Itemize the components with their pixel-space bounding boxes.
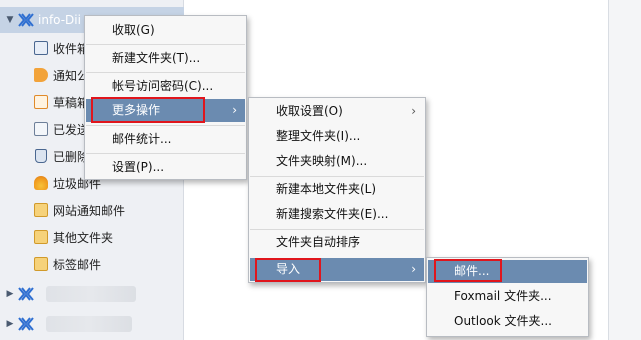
trash-icon <box>35 149 47 163</box>
menu-item-import[interactable]: 导入 › <box>250 258 424 281</box>
menu-separator <box>86 153 245 154</box>
menu-item-auto-sort[interactable]: 文件夹自动排序 <box>250 231 424 254</box>
folder-label: 其他文件夹 <box>53 230 114 245</box>
submenu-arrow-icon: › <box>411 104 416 118</box>
account-name: info-Dii <box>38 13 81 27</box>
account-logo-icon <box>18 317 34 331</box>
folder-deleted[interactable]: 已删除 <box>34 143 89 169</box>
account-logo-icon <box>18 287 34 301</box>
folder-icon <box>34 230 48 244</box>
submenu-arrow-icon: › <box>411 262 416 276</box>
folder-label: 标签邮件 <box>53 257 102 272</box>
folder-other[interactable]: 其他文件夹 <box>34 224 113 250</box>
menu-separator <box>86 44 245 45</box>
menu-item-import-foxmail[interactable]: Foxmail 文件夹... <box>428 285 587 308</box>
folder-drafts[interactable]: 草稿箱 <box>34 89 89 115</box>
menu-item-import-mail[interactable]: 邮件... <box>428 260 587 283</box>
folder-icon <box>34 203 48 217</box>
folder-inbox[interactable]: 收件箱 <box>34 35 89 61</box>
menu-item-mail-stats[interactable]: 邮件统计... <box>86 128 245 151</box>
menu-separator <box>250 229 424 230</box>
menu-item-label: 收取设置(O) <box>276 104 343 118</box>
menu-item-new-search-folder[interactable]: 新建搜索文件夹(E)... <box>250 203 424 226</box>
tag-folder-icon <box>34 257 48 271</box>
menu-item-receive-settings[interactable]: 收取设置(O) › <box>250 100 424 123</box>
expand-right-icon[interactable]: ▶ <box>4 289 16 299</box>
menu-separator <box>250 176 424 177</box>
menu-separator <box>86 125 245 126</box>
expand-right-icon[interactable]: ▶ <box>4 319 16 329</box>
menu-item-new-local-folder[interactable]: 新建本地文件夹(L) <box>250 178 424 201</box>
menu-item-more-actions[interactable]: 更多操作 › <box>86 99 245 122</box>
menu-item-account-password[interactable]: 帐号访问密码(C)... <box>86 75 245 98</box>
menu-item-label: 更多操作 <box>112 103 161 117</box>
blurred-account-name <box>46 286 136 302</box>
context-menu-main: 收取(G) 新建文件夹(T)... 帐号访问密码(C)... 更多操作 › 邮件… <box>84 15 247 180</box>
context-menu-more-actions: 收取设置(O) › 整理文件夹(I)... 文件夹映射(M)... 新建本地文件… <box>248 97 426 283</box>
menu-item-organize-folders[interactable]: 整理文件夹(I)... <box>250 125 424 148</box>
inbox-icon <box>34 41 48 55</box>
megaphone-icon <box>34 68 48 82</box>
menu-item-folder-mapping[interactable]: 文件夹映射(M)... <box>250 150 424 173</box>
context-menu-import: 邮件... Foxmail 文件夹... Outlook 文件夹... <box>426 257 589 337</box>
draft-icon <box>34 95 48 109</box>
expand-down-icon[interactable]: ▼ <box>4 15 16 25</box>
menu-item-receive[interactable]: 收取(G) <box>86 19 245 42</box>
menu-item-label: 导入 <box>276 262 301 276</box>
menu-item-settings[interactable]: 设置(P)... <box>86 156 245 179</box>
folder-sent[interactable]: 已发送 <box>34 116 89 142</box>
spam-icon <box>34 176 48 190</box>
account-logo-icon <box>18 13 34 27</box>
submenu-arrow-icon: › <box>232 103 237 117</box>
sent-icon <box>34 122 48 136</box>
folder-tagged[interactable]: 标签邮件 <box>34 251 101 277</box>
right-pane <box>609 0 641 340</box>
menu-separator <box>86 72 245 73</box>
folder-label: 网站通知邮件 <box>53 203 126 218</box>
menu-item-new-folder[interactable]: 新建文件夹(T)... <box>86 47 245 70</box>
blurred-account-name <box>46 316 132 332</box>
folder-site-notices[interactable]: 网站通知邮件 <box>34 197 125 223</box>
menu-item-import-outlook[interactable]: Outlook 文件夹... <box>428 310 587 333</box>
